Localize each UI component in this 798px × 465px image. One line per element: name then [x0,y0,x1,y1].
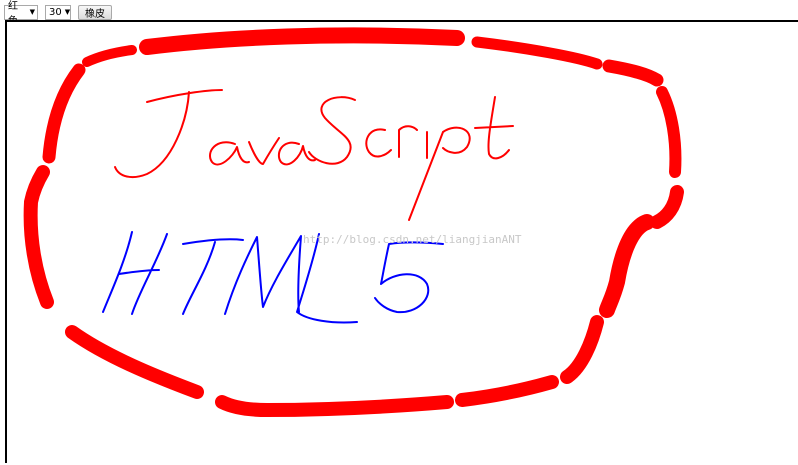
letter-5 [374,241,444,314]
letter-r [398,125,418,158]
letter-c [365,128,392,158]
letter-t [474,96,514,160]
letter-M [224,235,302,315]
letter-S [308,96,356,165]
letter-T [182,238,244,315]
red-stroke [656,86,682,178]
red-stroke [471,36,603,70]
red-stroke [42,63,86,164]
red-stroke [23,165,54,309]
red-stroke [455,375,559,407]
red-loop-strokes [23,27,684,417]
letter-a [209,141,250,166]
red-stroke [602,59,664,87]
brush-size-value: 30 [49,6,62,18]
drawing-canvas[interactable]: http://blog.csdn.net/liangjianANT [5,20,798,463]
letter-L [296,233,358,324]
letter-v [248,137,280,165]
letter-p [408,126,471,221]
red-stroke [560,315,604,384]
chevron-down-icon: ▼ [29,7,35,16]
letter-H [102,231,168,315]
brush-size-select[interactable]: 30 ▼ [45,4,71,20]
handwriting-javascript [114,89,514,221]
red-stroke [650,185,684,229]
letter-J [114,89,223,179]
chevron-down-icon: ▼ [64,7,71,16]
red-stroke [215,395,454,417]
red-stroke [65,325,204,399]
color-select[interactable]: 红色 ▼ [4,1,38,27]
watermark-text: http://blog.csdn.net/liangjianANT [303,233,522,246]
eraser-button[interactable]: 橡皮 [78,4,112,20]
red-stroke [82,45,137,67]
toolbar: 红色 ▼ 30 ▼ 橡皮 [4,1,112,27]
red-stroke [139,27,465,55]
red-stroke [599,214,655,318]
